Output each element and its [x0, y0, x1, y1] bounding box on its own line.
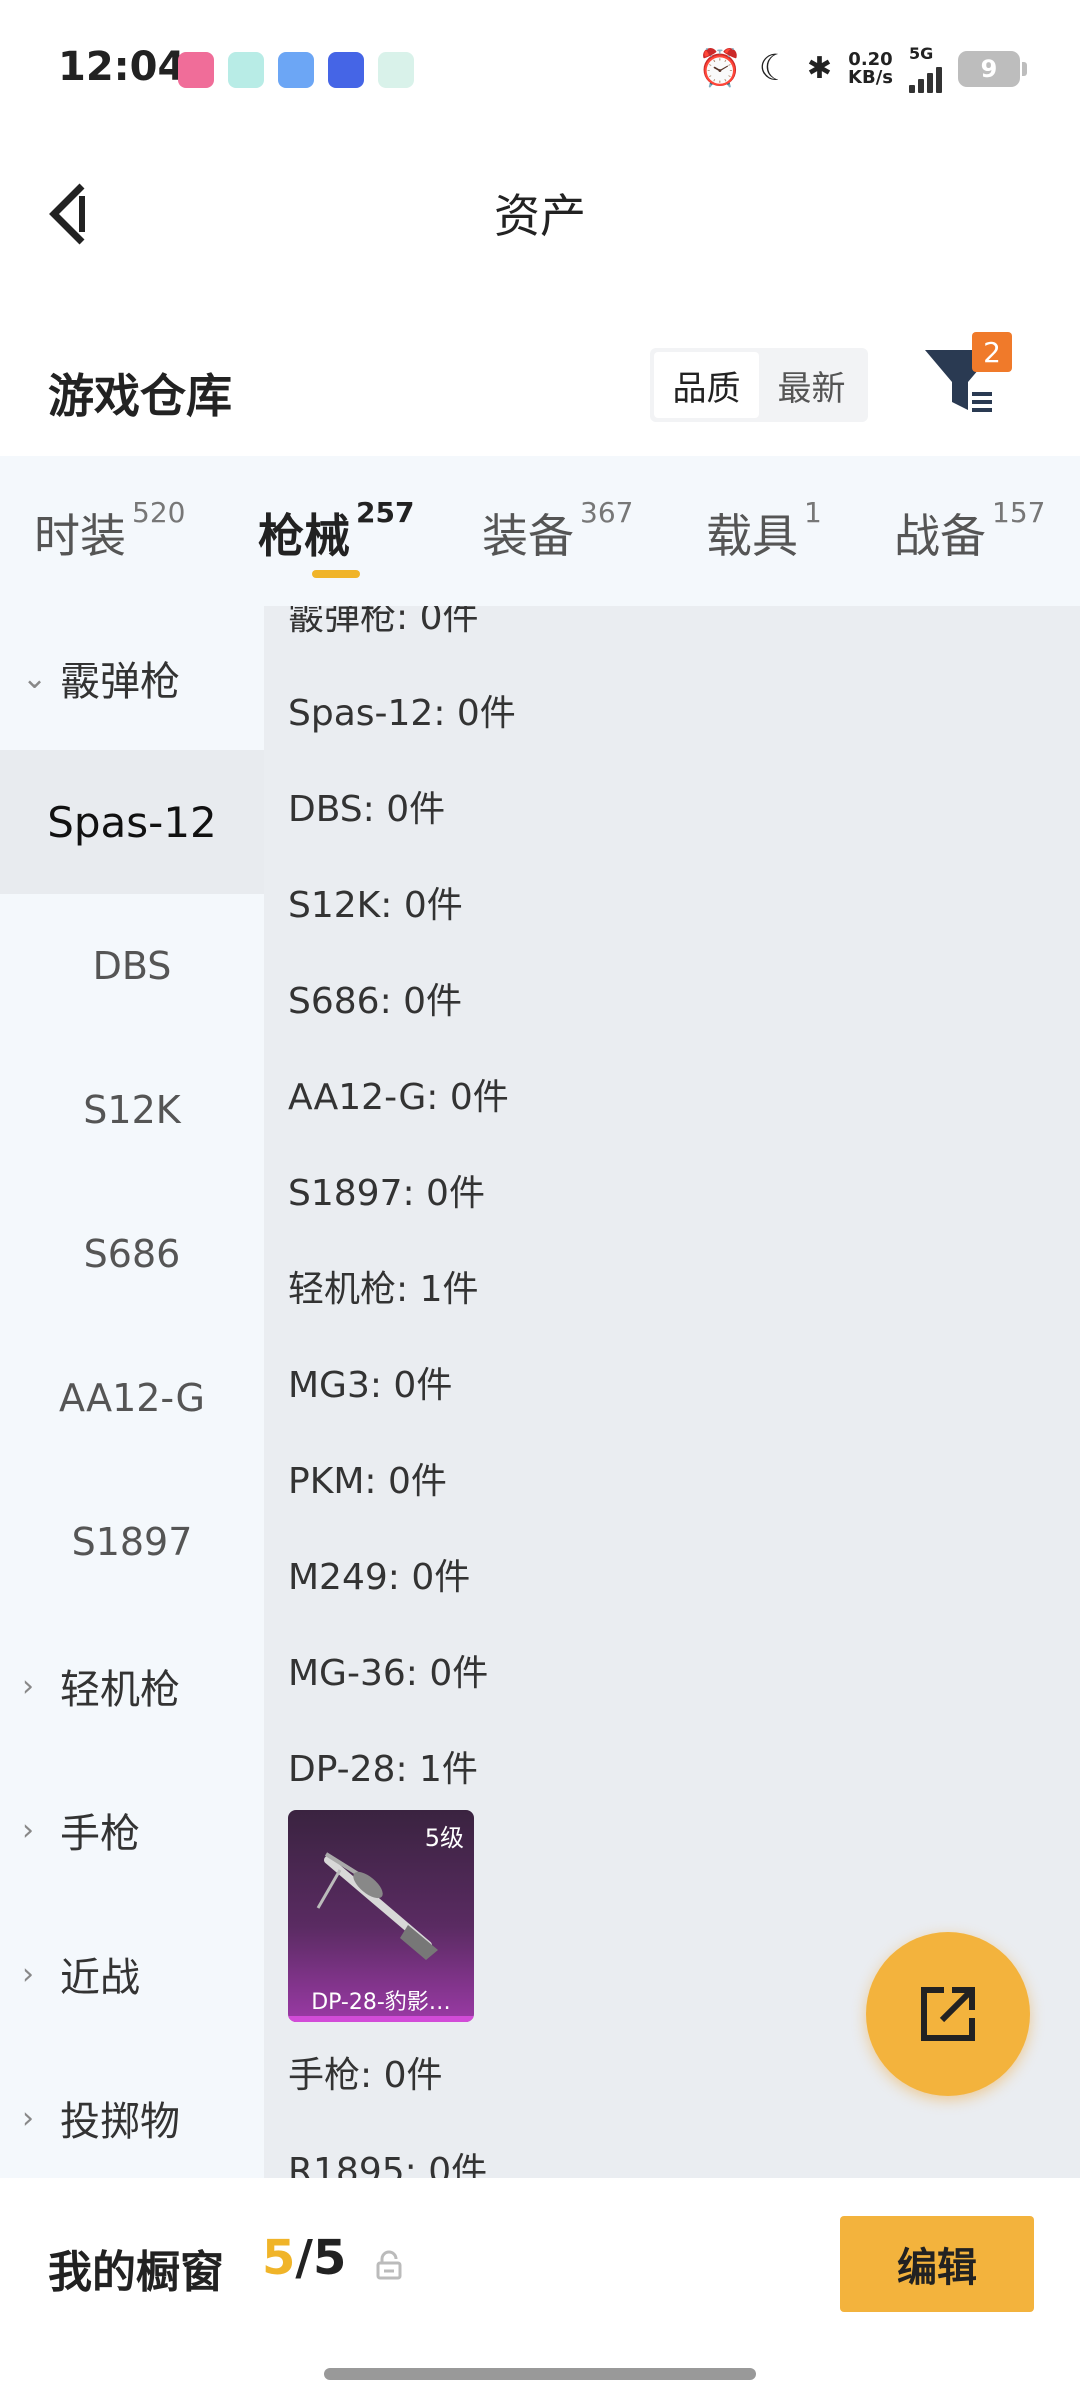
status-bar: 12:04 ⏰ ☾ ✱ 0.20 KB/s 5G 9 [0, 0, 1080, 120]
tab-firearms[interactable]: 枪械 257 [258, 496, 414, 566]
top-app-bar: 资产 [0, 150, 1080, 270]
edit-button[interactable]: 编辑 [840, 2216, 1034, 2312]
chevron-down-icon: ⌄ [22, 660, 48, 696]
list-item: R1895: 0件 [288, 2151, 488, 2178]
alarm-icon: ⏰ [697, 47, 743, 89]
notification-icons [178, 52, 414, 88]
list-item: DP-28: 1件 [288, 1749, 478, 1790]
item-name: DP-28-豹影… [311, 1990, 451, 2015]
sidebar-item-s686[interactable]: S686 [0, 1182, 264, 1326]
net-speed: 0.20 KB/s [848, 48, 893, 88]
share-fab-button[interactable] [866, 1932, 1030, 2096]
sidebar-item-s1897[interactable]: S1897 [0, 1470, 264, 1614]
list-item: 霰弹枪: 0件 [288, 606, 479, 638]
sort-latest-button[interactable]: 最新 [759, 352, 864, 418]
chevron-right-icon: › [22, 1812, 34, 1848]
lock-icon [376, 2250, 402, 2280]
bluetooth-icon: ✱ [806, 50, 833, 86]
filter-count-badge: 2 [972, 332, 1012, 372]
sidebar-item-dbs[interactable]: DBS [0, 894, 264, 1038]
gun-image [316, 1852, 438, 1960]
sidebar-item-pistol[interactable]: › 手枪 [0, 1758, 264, 1902]
weapon-category-sidebar: ⌄ 霰弹枪 Spas-12 DBS S12K S686 AA12-G S1897… [0, 606, 264, 2178]
home-indicator[interactable] [324, 2368, 756, 2380]
tab-equipment[interactable]: 装备 367 [482, 496, 633, 566]
file-app-icon [278, 52, 314, 88]
share-icon [921, 1987, 975, 2041]
list-item: MG3: 0件 [288, 1365, 453, 1406]
showcase-bar: 我的橱窗 5/5 编辑 [0, 2178, 1080, 2400]
tab-vehicles[interactable]: 载具 1 [706, 496, 822, 566]
warehouse-title: 游戏仓库 [48, 369, 232, 423]
sidebar-item-spas12[interactable]: Spas-12 [0, 750, 264, 894]
list-item: S12K: 0件 [288, 885, 463, 926]
status-right: ⏰ ☾ ✱ 0.20 KB/s 5G 9 [697, 44, 1027, 93]
tab-indicator [312, 570, 360, 578]
list-item: S1897: 0件 [288, 1173, 485, 1214]
sort-toggle: 品质 最新 [650, 348, 868, 422]
sidebar-item-lmg[interactable]: › 轻机枪 [0, 1614, 264, 1758]
list-item: 手枪: 0件 [288, 2055, 443, 2096]
signal-icon: 5G [909, 44, 942, 93]
sidebar-item-s12k[interactable]: S12K [0, 1038, 264, 1182]
list-item: M249: 0件 [288, 1557, 471, 1598]
chevron-right-icon: › [22, 1956, 34, 1992]
sidebar-item-melee[interactable]: › 近战 [0, 1902, 264, 2046]
sidebar-item-throwable[interactable]: › 投掷物 [0, 2046, 264, 2178]
page-title: 资产 [494, 189, 586, 243]
tab-supplies[interactable]: 战备 157 [894, 496, 1045, 566]
battery-icon: 9 [958, 50, 1027, 87]
status-time: 12:04 [58, 44, 186, 90]
sort-quality-button[interactable]: 品质 [654, 352, 759, 418]
moon-icon: ☾ [758, 47, 791, 89]
list-item: Spas-12: 0件 [288, 693, 516, 734]
list-item: S686: 0件 [288, 981, 463, 1022]
showcase-count: 5/5 [262, 2230, 347, 2286]
tab-fashion[interactable]: 时装 520 [34, 496, 185, 566]
category-tabs: 时装 520 枪械 257 装备 367 载具 1 战备 157 [0, 456, 1080, 606]
list-item: AA12-G: 0件 [288, 1077, 509, 1118]
list-item: PKM: 0件 [288, 1461, 447, 1502]
sidebar-item-shotgun[interactable]: ⌄ 霰弹枪 [0, 606, 264, 750]
list-item: 轻机枪: 1件 [288, 1269, 479, 1310]
sidebar-item-aa12g[interactable]: AA12-G [0, 1326, 264, 1470]
rarity-bar [288, 2016, 474, 2022]
list-item: MG-36: 0件 [288, 1653, 489, 1694]
bilibili-app-icon [178, 52, 214, 88]
vivo-app-icon [328, 52, 364, 88]
chevron-right-icon: › [22, 2100, 34, 2136]
list-item: DBS: 0件 [288, 789, 446, 830]
chat-app-icon [228, 52, 264, 88]
browser-app-icon [378, 52, 414, 88]
item-card-dp28[interactable]: 5级 DP-28-豹影… [288, 1810, 474, 2022]
showcase-label: 我的橱窗 [48, 2247, 224, 2298]
chevron-right-icon: › [22, 1668, 34, 1704]
